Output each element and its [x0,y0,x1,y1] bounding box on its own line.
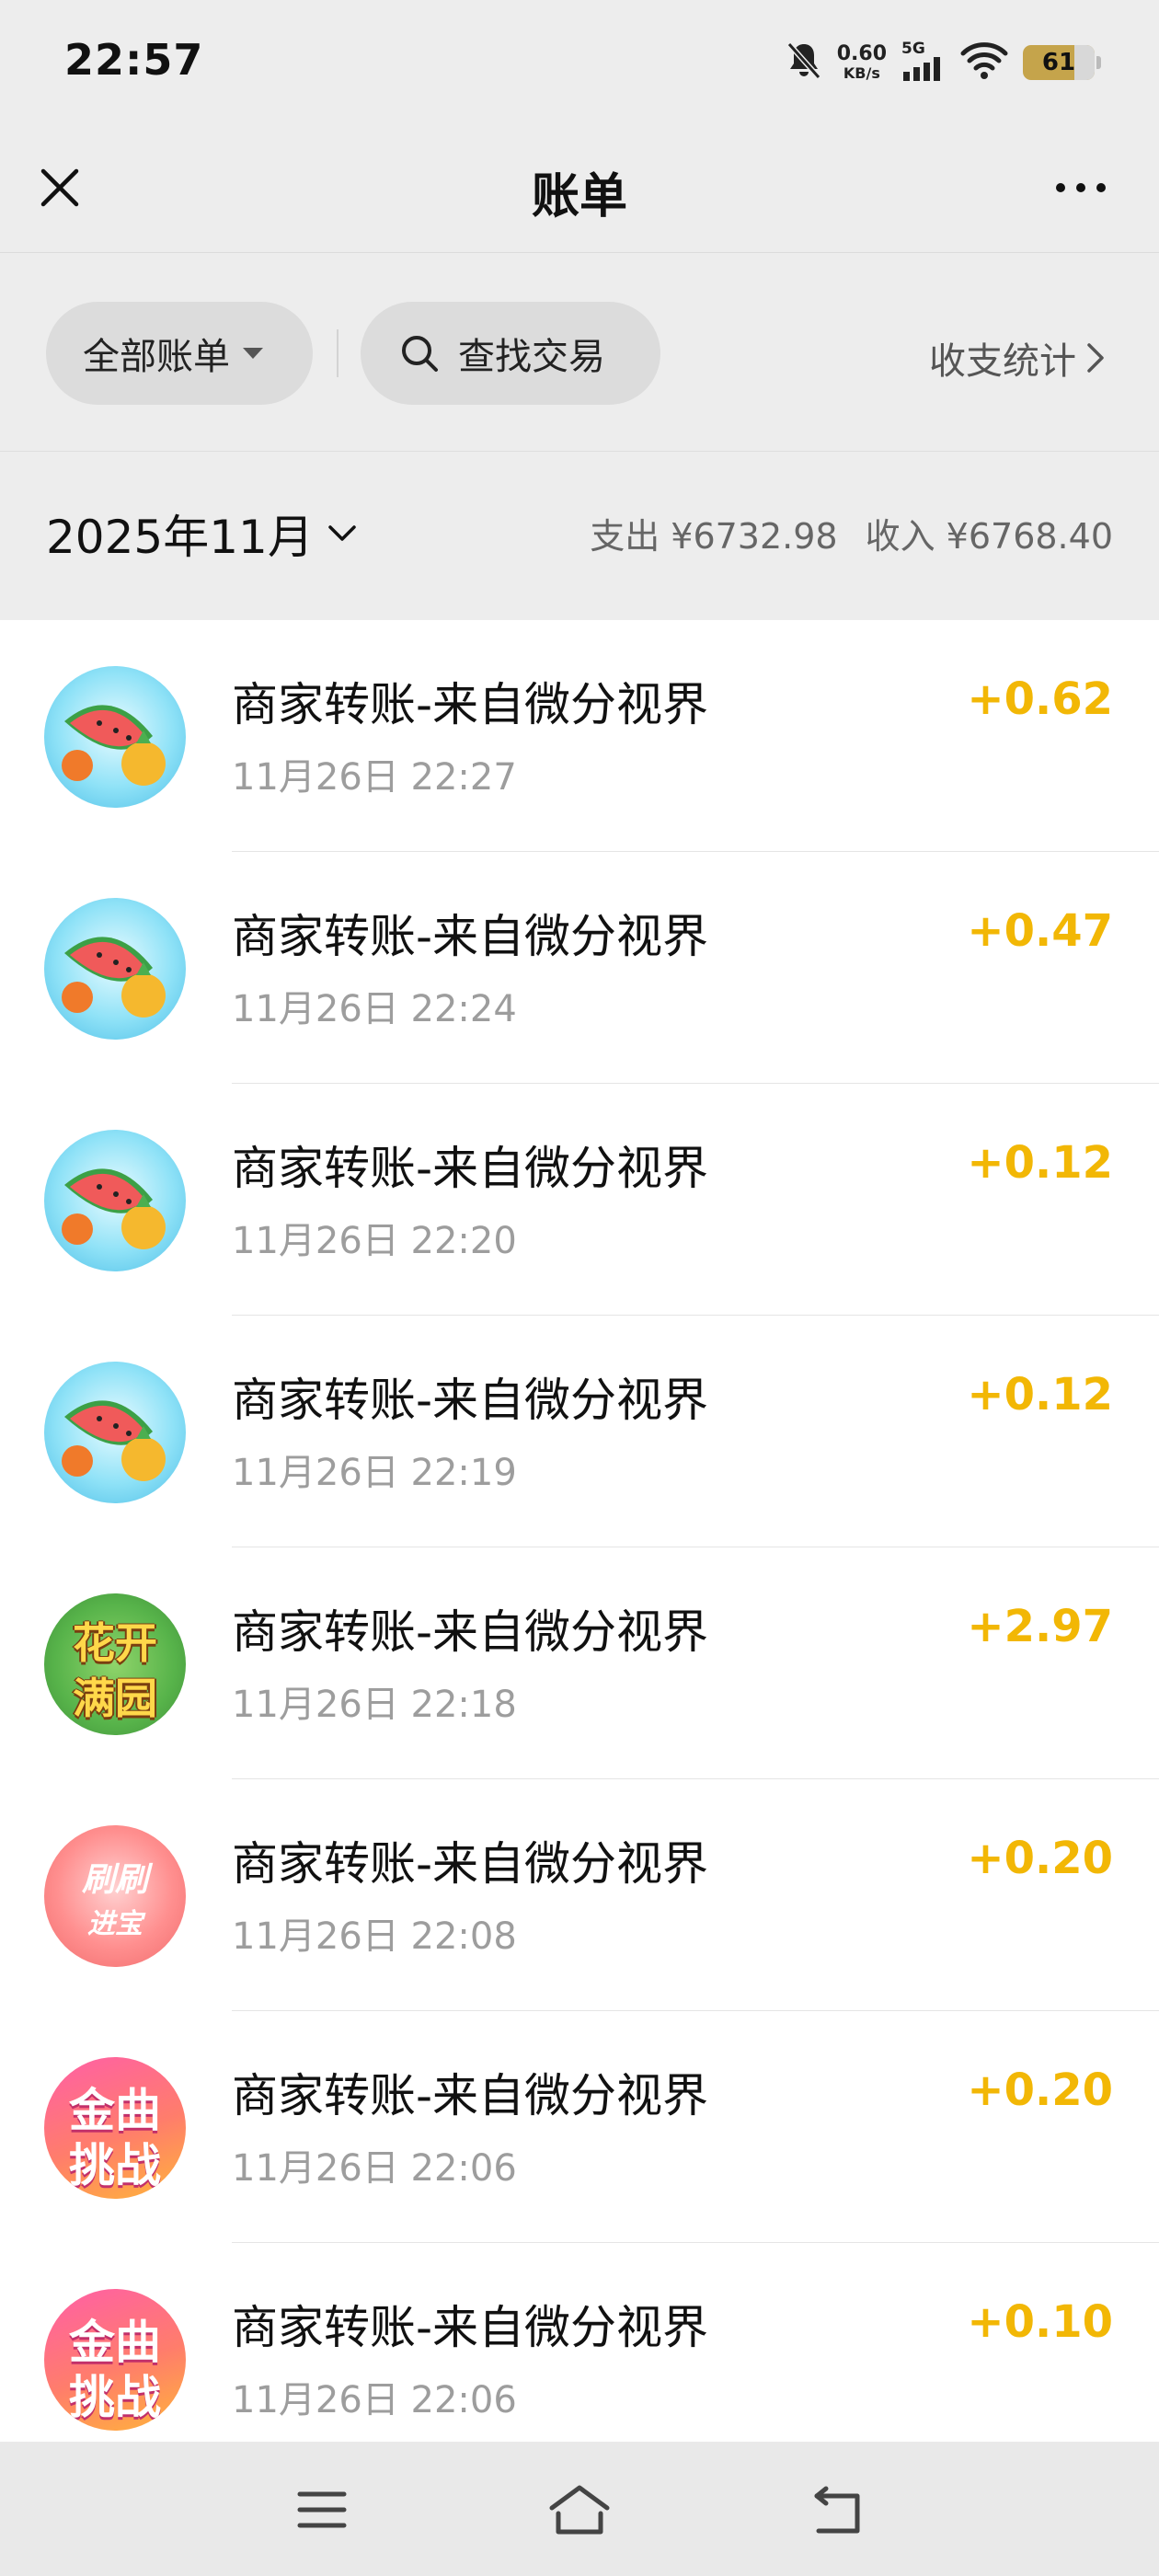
transaction-title: 商家转账-来自微分视界 [232,2301,709,2354]
shuashua-jinbao-logo: 刷刷 进宝 [44,1825,186,1967]
income-expense-stats-link[interactable]: 收支统计 [929,331,1106,385]
watermelon-pineapple-icon [44,666,186,808]
battery-level: 61 [1041,49,1076,76]
transaction-list: 商家转账-来自微分视界 11月26日 22:27 +0.62 商家转账-来自微分… [0,620,1159,2442]
transaction-title: 商家转账-来自微分视界 [232,910,709,963]
network-speed-unit: KB/s [843,64,880,82]
transaction-amount: +0.10 [967,2296,1113,2348]
status-bar: 22:57 0.60 KB/s 5G 61 [0,0,1159,124]
transaction-amount: +0.62 [967,673,1113,725]
logo-text-line-1: 花开 [73,1618,157,1668]
transaction-time: 11月26日 22:08 [232,1915,517,1958]
all-bills-label: 全部账单 [83,336,230,378]
signal-bars-icon [901,56,946,85]
network-speed: 0.60 KB/s [837,44,887,81]
transaction-row[interactable]: 金曲 挑战 商家转账-来自微分视界 11月26日 22:06 +0.10 [0,2243,1159,2442]
logo-text-line-2: 进宝 [87,1908,143,1940]
transaction-row[interactable]: 花开 满园 商家转账-来自微分视界 11月26日 22:18 +2.97 [0,1547,1159,1779]
chevron-right-icon [1087,343,1104,373]
transaction-time: 11月26日 22:18 [232,1684,517,1726]
transaction-row[interactable]: 刷刷 进宝 商家转账-来自微分视界 11月26日 22:08 +0.20 [0,1779,1159,2011]
transaction-title: 商家转账-来自微分视界 [232,678,709,731]
month-picker[interactable]: 2025年11月 [46,500,358,567]
transaction-amount: +0.47 [967,905,1113,957]
home-icon [549,2485,610,2535]
transaction-time: 11月26日 22:20 [232,1220,517,1262]
transaction-row[interactable]: 商家转账-来自微分视界 11月26日 22:24 +0.47 [0,852,1159,1084]
watermelon-pineapple-icon [44,1130,186,1271]
title-bar: 账单 [0,124,1159,253]
search-label: 查找交易 [458,336,605,378]
transaction-row[interactable]: 金曲 挑战 商家转账-来自微分视界 11月26日 22:06 +0.20 [0,2011,1159,2243]
transaction-time: 11月26日 22:06 [232,2379,517,2421]
transaction-title: 商家转账-来自微分视界 [232,1374,709,1427]
filter-bar: 全部账单 查找交易 收支统计 [0,254,1159,452]
all-bills-filter[interactable]: 全部账单 [46,302,313,405]
transaction-time: 11月26日 22:27 [232,756,517,799]
menu-button[interactable] [281,2475,363,2545]
bell-muted-icon [786,40,822,85]
watermelon-pineapple-icon [44,898,186,1040]
home-button[interactable] [538,2475,621,2545]
transaction-time: 11月26日 22:06 [232,2147,517,2190]
transaction-title: 商家转账-来自微分视界 [232,1142,709,1195]
logo-text-line-2: 挑战 [69,2371,161,2424]
month-label: 2025年11月 [46,511,314,564]
menu-icon [297,2491,347,2528]
transaction-title: 商家转账-来自微分视界 [232,1605,709,1659]
logo-text-line-1: 刷刷 [81,1861,148,1899]
caret-down-icon [243,348,263,359]
transaction-row[interactable]: 商家转账-来自微分视界 11月26日 22:27 +0.62 [0,620,1159,852]
search-transactions-button[interactable]: 查找交易 [361,302,660,405]
more-dots-icon [1056,183,1065,192]
search-icon [402,336,438,372]
back-button[interactable] [796,2475,878,2545]
status-time: 22:57 [64,35,204,85]
jinqu-tiaozhan-logo: 金曲 挑战 [44,2289,186,2431]
more-button[interactable] [1039,155,1122,220]
watermelon-pineapple-icon [44,1362,186,1503]
transaction-row[interactable]: 商家转账-来自微分视界 11月26日 22:19 +0.12 [0,1316,1159,1547]
transaction-title: 商家转账-来自微分视界 [232,2069,709,2122]
transaction-time: 11月26日 22:24 [232,988,517,1030]
status-icons: 0.60 KB/s 5G 61 [786,37,1101,88]
wifi-icon [960,40,1008,85]
page-title: 账单 [531,169,627,224]
stats-label: 收支统计 [929,340,1076,383]
logo-text-line-2: 满园 [73,1673,157,1723]
chevron-down-icon [328,525,356,541]
jinqu-tiaozhan-logo: 金曲 挑战 [44,2057,186,2199]
month-expense: 支出 ¥6732.98 [590,516,838,557]
divider [337,329,339,377]
network-type-label: 5G [901,39,925,58]
transaction-amount: +0.20 [967,1833,1113,1884]
month-income: 收入 ¥6768.40 [865,516,1113,557]
transaction-amount: +0.12 [967,1369,1113,1420]
transaction-amount: +0.12 [967,1137,1113,1189]
month-header: 2025年11月 支出 ¥6732.98 收入 ¥6768.40 [0,453,1159,620]
cellular-signal: 5G [901,39,946,85]
month-totals: 支出 ¥6732.98 收入 ¥6768.40 [590,508,1113,558]
system-nav-bar [0,2442,1159,2576]
transaction-title: 商家转账-来自微分视界 [232,1837,709,1891]
huakai-manyuan-logo: 花开 满园 [44,1593,186,1735]
back-icon [814,2486,860,2534]
transaction-amount: +0.20 [967,2064,1113,2116]
battery-icon: 61 [1023,45,1101,80]
network-speed-value: 0.60 [836,42,887,65]
transaction-row[interactable]: 商家转账-来自微分视界 11月26日 22:20 +0.12 [0,1084,1159,1316]
logo-text-line-2: 挑战 [69,2139,161,2192]
transaction-amount: +2.97 [967,1601,1113,1652]
transaction-time: 11月26日 22:19 [232,1452,517,1494]
